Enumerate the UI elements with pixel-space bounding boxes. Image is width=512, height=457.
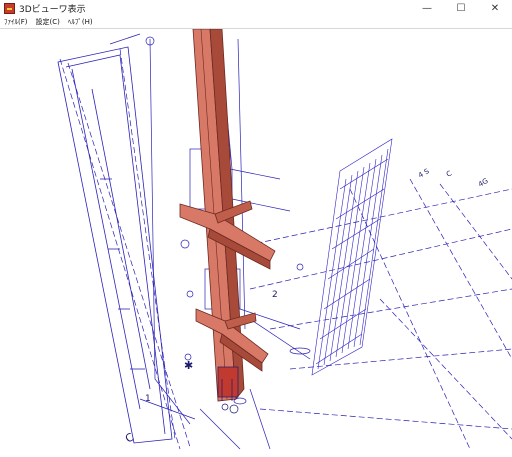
column-base[interactable]	[217, 366, 239, 414]
minimize-button[interactable]: —	[410, 0, 444, 17]
axis-label-4g: 4G	[477, 177, 490, 189]
window-title: 3Dビューワ表示	[19, 5, 86, 15]
title-bar: 3Dビューワ表示 — ☐ ✕	[0, 0, 512, 18]
3d-viewport[interactable]: 4 S C 4G C 1 2 ✱	[0, 29, 512, 457]
axis-label-4s: 4 S	[417, 167, 431, 180]
menu-file[interactable]: ﾌｧｲﾙ(F)	[0, 17, 32, 28]
scene-canvas[interactable]: 4 S C 4G C 1 2 ✱	[0, 29, 512, 457]
maximize-button[interactable]: ☐	[444, 0, 478, 17]
menu-settings[interactable]: 設定(C)	[32, 17, 64, 28]
axis-label-c-top: C	[445, 169, 453, 178]
star-mark: ✱	[184, 359, 193, 372]
window-controls: — ☐ ✕	[410, 0, 512, 17]
menu-help[interactable]: ﾍﾙﾌﾟ(H)	[64, 17, 97, 28]
grid-number-2: 2	[272, 290, 278, 300]
close-button[interactable]: ✕	[478, 0, 512, 17]
app-3d-icon[interactable]	[4, 3, 15, 14]
right-hatched-panel	[311, 138, 393, 376]
grid-number-1: 1	[145, 394, 151, 404]
menu-bar: ﾌｧｲﾙ(F) 設定(C) ﾍﾙﾌﾟ(H)	[0, 17, 512, 29]
ground-grid	[59, 48, 512, 450]
